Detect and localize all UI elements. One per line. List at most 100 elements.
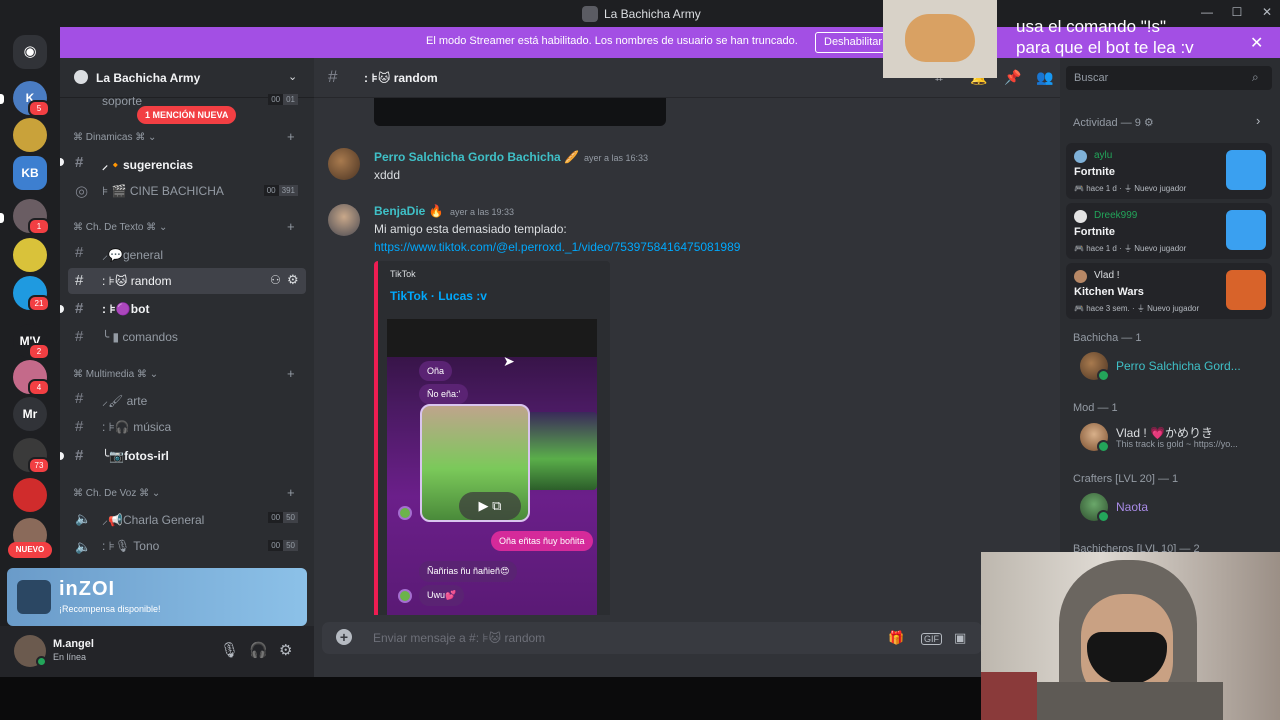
gif-icon[interactable]: GIF: [921, 633, 942, 645]
embed-video[interactable]: Oña Ño eña:' ▶ ⧉ Oña eñtas ñuy boñita Ña…: [387, 319, 597, 615]
hash-icon: #: [75, 390, 84, 407]
channel-random[interactable]: # : ⊧🐱 random ⚇ ⚙: [68, 268, 306, 294]
message-author[interactable]: Perro Salchicha Gordo Bachicha 🥖: [374, 150, 579, 164]
message-author[interactable]: BenjaDie 🔥: [374, 204, 444, 218]
server-icon[interactable]: KB: [13, 156, 47, 190]
channel-charla-general[interactable]: 🔈 ⸝📢Charla General 00 50: [68, 505, 306, 531]
game-icon: [1226, 150, 1266, 190]
window-title: La Bachicha Army: [582, 6, 701, 22]
new-badge: NUEVO: [8, 542, 52, 558]
server-icon[interactable]: [13, 118, 47, 152]
category-dinamicas[interactable]: ⌘ Dinamicas ⌘ ⌄: [73, 132, 156, 143]
server-icon[interactable]: 73: [13, 438, 50, 474]
embed-provider[interactable]: TikTok: [390, 269, 416, 279]
channel-comandos[interactable]: # ╰ ▮ comandos: [68, 324, 306, 350]
webcam-overlay: [981, 552, 1280, 720]
server-icon[interactable]: 1: [13, 199, 50, 235]
channel-name: música: [133, 420, 172, 434]
channel-fotos-irl[interactable]: # ╰📷fotos-irl: [68, 443, 306, 469]
chevron-right-icon[interactable]: ›: [1256, 113, 1260, 128]
channel-label: ⸝📢Charla General: [102, 513, 205, 527]
user-status: En línea: [53, 652, 87, 662]
channel-musica[interactable]: # : ⊧🎧 música: [68, 414, 306, 440]
server-icon[interactable]: Mr: [13, 397, 47, 431]
add-channel-icon[interactable]: +: [287, 129, 295, 144]
channel-label: ⸝🖌 arte: [102, 394, 148, 408]
channel-bot[interactable]: # : ⊧🟣bot: [68, 296, 306, 322]
gear-icon[interactable]: ⚙: [287, 272, 299, 288]
avatar[interactable]: [328, 148, 360, 180]
maximize-icon[interactable]: ☐: [1228, 5, 1246, 21]
vc-count: 00: [263, 185, 279, 196]
mention-pill[interactable]: 1 MENCIÓN NUEVA: [137, 106, 237, 124]
disable-streamer-button[interactable]: Deshabilitar: [815, 32, 892, 53]
category-texto[interactable]: ⌘ Ch. De Texto ⌘ ⌄: [73, 222, 167, 233]
member-name[interactable]: Naota: [1116, 500, 1148, 514]
chat-bubble: Oña: [419, 361, 453, 381]
channel-arte[interactable]: # ⸝🖌 arte: [68, 386, 306, 412]
headphones-icon[interactable]: 🎧: [249, 641, 268, 659]
channel-label: soporte: [102, 94, 143, 108]
online-status-icon: [1097, 440, 1110, 453]
username[interactable]: M.angel: [53, 638, 94, 650]
activity-header-text: Actividad — 9: [1073, 117, 1141, 129]
member-name[interactable]: Perro Salchicha Gord...: [1116, 359, 1241, 373]
activity-card[interactable]: Vlad ! Kitchen Wars 🎮 hace 3 sem. · ⏚ Nu…: [1066, 263, 1272, 319]
member-list-icon[interactable]: 👥: [1036, 69, 1053, 86]
message-link[interactable]: https://www.tiktok.com/@el.perroxd._1/vi…: [374, 240, 740, 254]
user-settings-icon[interactable]: ⚙: [279, 641, 292, 659]
activity-tag: Nuevo jugador: [1134, 244, 1187, 253]
overlay-line: usa el comando "!s": [1016, 17, 1167, 36]
channel-label: : ⊧🐱 random: [102, 274, 172, 288]
microphone-icon[interactable]: 🎙: [220, 641, 239, 659]
activity-time: hace 3 sem.: [1086, 304, 1130, 313]
dog-overlay-image: [883, 0, 997, 78]
channel-sugerencias[interactable]: # ⸝🔸sugerencias: [68, 150, 306, 176]
avatar[interactable]: [328, 204, 360, 236]
category-voz[interactable]: ⌘ Ch. De Voz ⌘ ⌄: [73, 488, 160, 499]
sticker-icon[interactable]: ▣: [954, 630, 966, 646]
close-icon[interactable]: ✕: [1250, 33, 1263, 53]
message-composer[interactable]: + Enviar mensaje a #: ⊧🐱 random: [322, 622, 982, 654]
channel-name: comandos: [122, 330, 178, 344]
activity-card[interactable]: aylu Fortnite 🎮 hace 1 d · ⏚ Nuevo jugad…: [1066, 143, 1272, 199]
channel-cine-bachicha[interactable]: ◎ ⊧ 🎬 CINE BACHICHA 00 391: [68, 178, 306, 204]
add-channel-icon[interactable]: +: [287, 366, 295, 381]
channel-label: ⊧ 🎬 CINE BACHICHA: [102, 184, 224, 198]
activity-card[interactable]: Dreek999 Fortnite 🎮 hace 1 d · ⏚ Nuevo j…: [1066, 203, 1272, 259]
channel-name: Charla General: [122, 513, 205, 527]
add-member-icon[interactable]: ⚇: [270, 273, 281, 287]
play-icon[interactable]: ▶ ⧉: [459, 492, 521, 520]
server-unread-pill: [0, 213, 4, 223]
close-window-icon[interactable]: ✕: [1258, 5, 1276, 21]
channel-tono[interactable]: 🔈 : ⊧🎙 Tono 00 50: [68, 533, 306, 559]
category-multimedia[interactable]: ⌘ Multimedia ⌘ ⌄: [73, 369, 158, 380]
server-icon[interactable]: [13, 238, 47, 272]
discord-home-icon[interactable]: ◉: [13, 35, 47, 69]
category-label: Multimedia: [85, 369, 135, 380]
embed-title[interactable]: TikTok · Lucas :v: [390, 289, 487, 303]
channel-label: ╰📷fotos-irl: [102, 449, 169, 463]
vc-limit: 50: [283, 512, 298, 523]
pin-icon[interactable]: 📌: [1004, 69, 1021, 86]
promo-card[interactable]: inZOI ¡Recompensa disponible!: [7, 568, 307, 626]
author-name: BenjaDie: [374, 204, 426, 218]
gift-icon[interactable]: 🎁: [888, 630, 904, 646]
stream-overlay-text: usa el comando "!s" para que el bot te l…: [1016, 16, 1194, 58]
server-icon[interactable]: 21: [13, 276, 50, 312]
server-icon[interactable]: 4: [13, 360, 50, 396]
channel-general[interactable]: # ⸝💬general: [68, 240, 306, 266]
chevron-down-icon: ⌄: [288, 71, 298, 83]
add-channel-icon[interactable]: +: [287, 219, 295, 234]
attach-plus-icon[interactable]: +: [336, 629, 352, 645]
minimize-icon[interactable]: —: [1198, 5, 1216, 21]
server-icon[interactable]: M'V 2: [13, 324, 50, 360]
chat-bubble: Oña eñtas ñuy boñita: [491, 531, 593, 551]
server-label: [13, 238, 47, 272]
search-input[interactable]: Buscar ⌕: [1066, 66, 1272, 90]
server-icon[interactable]: [13, 478, 47, 512]
server-icon[interactable]: K5: [13, 81, 50, 117]
speaker-icon: 🔈: [75, 511, 92, 526]
channel-name: fotos-irl: [124, 449, 169, 463]
add-channel-icon[interactable]: +: [287, 485, 295, 500]
